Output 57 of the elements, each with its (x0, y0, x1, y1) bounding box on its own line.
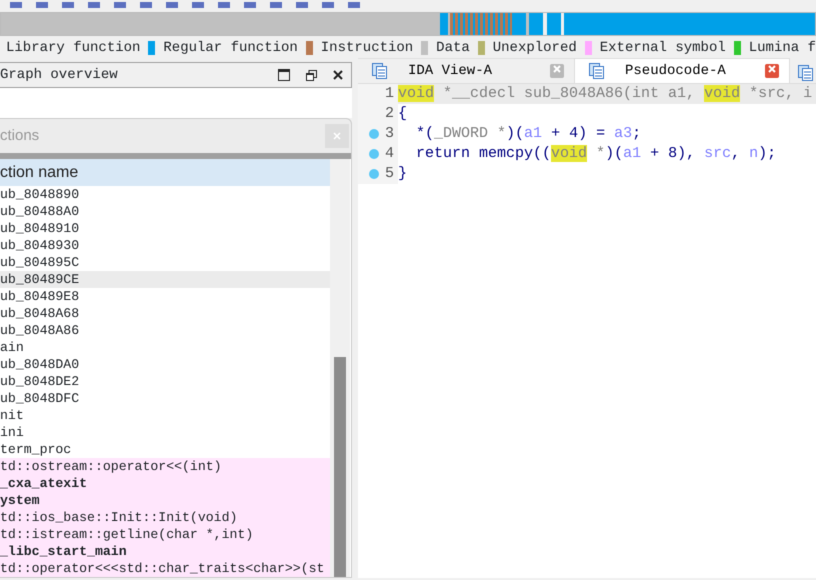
code-line: return memcpy((void *)(a1 + 8), src, n); (415, 144, 778, 164)
panel-title: Graph overview (0, 66, 118, 84)
line-number: 1 (384, 84, 394, 104)
function-row[interactable]: td::ios_base::Init::Init(void) (0, 509, 330, 526)
tab-close-icon[interactable] (765, 64, 779, 78)
function-row[interactable]: _libc_start_main (0, 543, 330, 560)
line-number: 2 (384, 104, 394, 124)
close-icon[interactable] (333, 70, 343, 80)
scrollbar-thumb[interactable] (334, 357, 346, 577)
function-row[interactable]: td::istream::getline(char *,int) (0, 526, 330, 543)
navigation-band[interactable] (0, 12, 816, 36)
column-header[interactable]: ction name (0, 159, 330, 186)
code-line: *(_DWORD *)(a1 + 4) = a3; (415, 124, 642, 144)
tab-close-icon[interactable] (550, 64, 564, 78)
legend-label: Library function (6, 38, 140, 58)
line-number: 5 (384, 164, 394, 184)
legend-label: Regular function (163, 38, 298, 58)
code-line: } (398, 164, 408, 184)
toolbar-icon[interactable] (114, 2, 126, 8)
toolbar-icon[interactable] (322, 2, 334, 8)
legend-label: Lumina f (748, 38, 816, 58)
toolbar-icon[interactable] (348, 2, 360, 8)
document-icon (798, 64, 814, 81)
close-button[interactable] (325, 124, 349, 148)
breakpoint-dot (368, 129, 379, 139)
function-row[interactable]: td::ostream::operator<<(int) (0, 458, 330, 475)
breakpoint-dot (368, 169, 379, 179)
toolbar-icon[interactable] (140, 2, 152, 8)
function-row[interactable]: ystem (0, 492, 330, 509)
line-number: 4 (384, 144, 394, 164)
toolbar-icon[interactable] (10, 2, 22, 8)
toolbar-icon[interactable] (36, 2, 48, 8)
toolbar-icon[interactable] (270, 2, 282, 8)
document-icon (372, 63, 388, 79)
function-row[interactable]: ub_80489CE (0, 271, 330, 288)
legend-label: Data (436, 38, 470, 58)
close-icon (333, 132, 341, 140)
legend-label: Instruction (320, 38, 414, 58)
toolbar-icon[interactable] (192, 2, 204, 8)
legend-label: External symbol (600, 38, 726, 58)
toolbar-icon[interactable] (244, 2, 256, 8)
tab[interactable]: Pseudocode-A (574, 58, 790, 83)
toolbar-icon[interactable] (296, 2, 308, 8)
toolbar-icon[interactable] (166, 2, 178, 8)
maximize-icon[interactable] (278, 69, 290, 81)
breakpoint-dot (368, 149, 379, 159)
restore-icon[interactable] (306, 70, 317, 80)
window-title: ctions (0, 126, 40, 146)
legend-label: Unexplored (492, 38, 577, 58)
function-row[interactable]: td::operator<<<std::char_traits<char>>(st (0, 560, 330, 577)
toolbar-icon[interactable] (218, 2, 230, 8)
toolbar-icon[interactable] (62, 2, 74, 8)
function-row[interactable]: _cxa_atexit (0, 475, 330, 492)
line-number: 3 (384, 124, 394, 144)
toolbar-icon[interactable] (88, 2, 100, 8)
code-line: { (398, 104, 408, 124)
document-icon (589, 63, 605, 79)
